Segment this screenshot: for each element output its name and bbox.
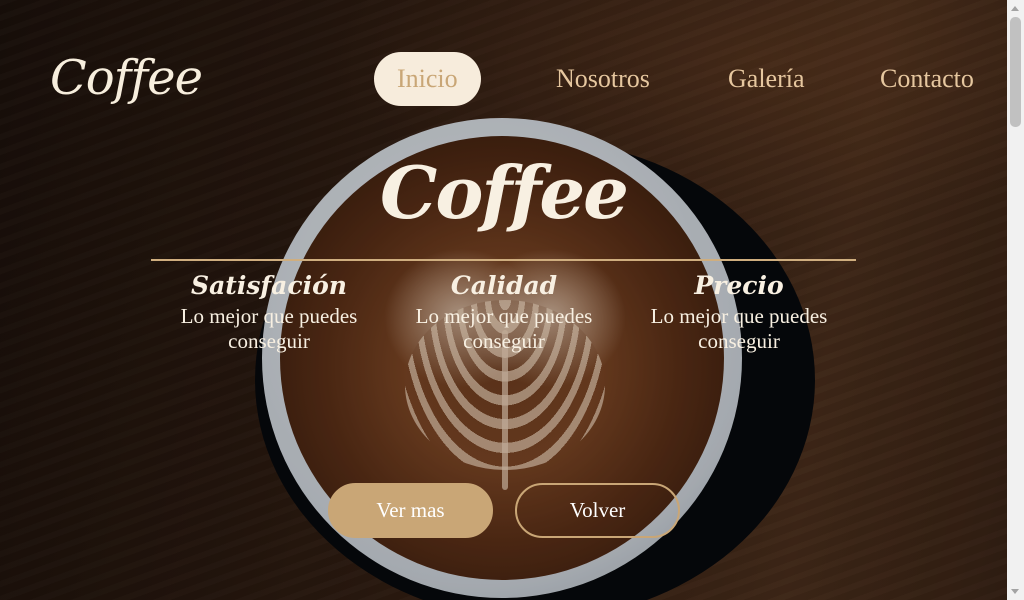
feature-title: Precio xyxy=(694,271,784,300)
feature-text: Lo mejor que puedes conseguir xyxy=(415,304,593,353)
scroll-thumb[interactable] xyxy=(1010,17,1021,127)
divider xyxy=(151,259,856,261)
volver-button[interactable]: Volver xyxy=(515,483,680,538)
feature-text: Lo mejor que puedes conseguir xyxy=(650,304,828,353)
hero-title: Coffee xyxy=(380,150,629,235)
nav-item-inicio[interactable]: Inicio xyxy=(374,52,481,106)
scroll-up-icon[interactable] xyxy=(1011,6,1019,11)
feature-title: Calidad xyxy=(450,271,558,300)
feature-text: Lo mejor que puedes conseguir xyxy=(180,304,358,353)
nav-item-galeria[interactable]: Galería xyxy=(728,52,805,106)
ver-mas-button[interactable]: Ver mas xyxy=(328,483,493,538)
nav-item-contacto[interactable]: Contacto xyxy=(880,52,974,106)
nav-item-nosotros[interactable]: Nosotros xyxy=(556,52,650,106)
feature-satisfaccion: Satisfación Lo mejor que puedes consegui… xyxy=(149,268,389,354)
scroll-down-icon[interactable] xyxy=(1011,589,1019,594)
feature-precio: Precio Lo mejor que puedes conseguir xyxy=(619,268,859,354)
main-nav: Inicio Nosotros Galería Contacto xyxy=(0,0,1007,130)
vertical-scrollbar[interactable] xyxy=(1007,0,1024,600)
feature-calidad: Calidad Lo mejor que puedes conseguir xyxy=(384,268,624,354)
feature-title: Satisfación xyxy=(191,271,347,300)
